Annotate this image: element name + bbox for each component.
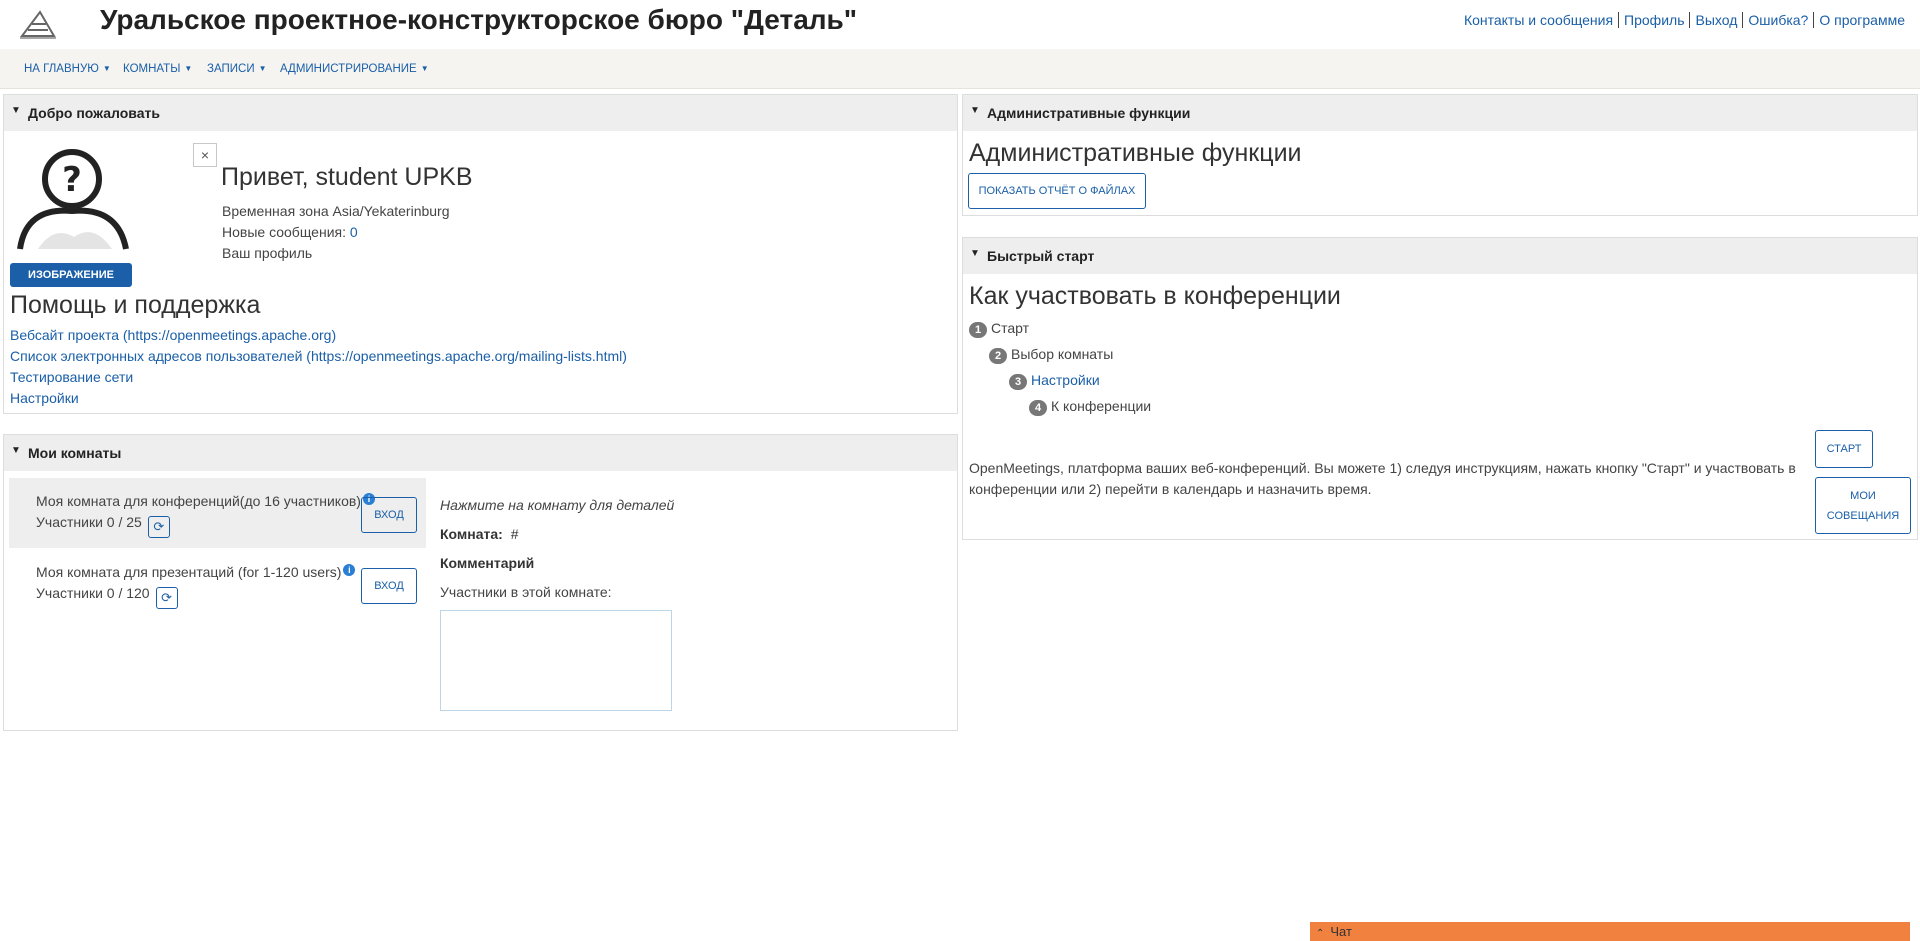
settings-link[interactable]: Настройки <box>10 390 79 406</box>
collapse-triangle-icon[interactable]: ▼ <box>11 445 21 456</box>
room-name-text: Моя комната для конференций(до 16 участн… <box>36 493 361 509</box>
enter-room-button[interactable]: ВХОД <box>361 568 417 604</box>
logout-link[interactable]: Выход <box>1689 12 1743 28</box>
enter-room-button[interactable]: ВХОД <box>361 497 417 533</box>
collapse-triangle-icon[interactable]: ▼ <box>970 248 980 259</box>
step-number-badge: 4 <box>1029 400 1047 416</box>
app-header: Уральское проектное-конструкторское бюро… <box>0 0 1920 48</box>
menu-administration-label: АДМИНИСТРИРОВАНИЕ <box>280 63 417 75</box>
new-messages-line: Новые сообщения: 0 <box>222 224 358 240</box>
menu-home[interactable]: НА ГЛАВНУЮ ▼ <box>24 63 111 75</box>
chat-bar[interactable]: ⌃ Чат <box>1310 922 1910 941</box>
report-bug-link[interactable]: Ошибка? <box>1742 12 1814 28</box>
svg-text:?: ? <box>62 160 82 200</box>
timezone-text: Временная зона Asia/Yekaterinburg <box>222 203 450 219</box>
caret-down-icon: ▼ <box>258 64 267 73</box>
step-label: К конференции <box>1051 398 1152 414</box>
change-photo-button[interactable]: ИЗОБРАЖЕНИЕ <box>10 263 132 287</box>
new-messages-label: Новые сообщения: <box>222 224 346 240</box>
my-meetings-line1: МОИ <box>1850 490 1876 502</box>
my-rooms-panel-title: Мои комнаты <box>28 445 122 461</box>
admin-heading: Административные функции <box>969 139 1302 167</box>
menu-recordings-label: ЗАПИСИ <box>207 63 255 75</box>
info-icon[interactable]: i <box>343 564 356 576</box>
refresh-icon[interactable]: ⟳ <box>155 587 178 609</box>
room-count-text: Участники 0 / 120 <box>36 585 150 601</box>
greeting-text: Привет, student UPKB <box>221 163 473 191</box>
chevron-up-icon[interactable]: ⌃ <box>1316 928 1324 939</box>
step-number-badge: 1 <box>969 322 987 338</box>
room-name-text: Моя комната для презентаций (for 1-120 u… <box>36 564 342 580</box>
step-number-badge: 2 <box>989 348 1007 364</box>
welcome-panel-title: Добро пожаловать <box>28 105 160 121</box>
menu-rooms[interactable]: КОМНАТЫ ▼ <box>123 63 192 75</box>
logo-icon[interactable] <box>18 8 58 40</box>
room-details-hint: Нажмите на комнату для деталей <box>440 497 675 513</box>
my-rooms-panel-header[interactable]: ▼ Мои комнаты <box>4 435 957 471</box>
room-participants-count: Участники 0 / 25 ⟳ <box>36 514 170 538</box>
step-number-badge: 3 <box>1009 374 1027 390</box>
network-test-link[interactable]: Тестирование сети <box>10 369 133 385</box>
step-settings-link[interactable]: Настройки <box>1031 372 1100 388</box>
step-item: 4К конференции <box>1029 398 1151 416</box>
room-label: Комната: <box>440 526 503 542</box>
welcome-panel-header[interactable]: ▼ Добро пожаловать <box>4 95 957 131</box>
room-count-text: Участники 0 / 25 <box>36 514 142 530</box>
mailing-list-link[interactable]: Список электронных адресов пользователей… <box>10 348 627 364</box>
step-item: 3 Настройки <box>1009 372 1100 390</box>
quick-start-panel-header[interactable]: ▼ Быстрый старт <box>963 238 1917 274</box>
chat-label: Чат <box>1330 924 1352 939</box>
step-item: 1 Старт <box>969 320 1029 338</box>
avatar-placeholder-icon: ? <box>17 149 129 250</box>
menu-administration[interactable]: АДМИНИСТРИРОВАНИЕ ▼ <box>280 63 429 75</box>
new-messages-count[interactable]: 0 <box>350 224 358 240</box>
quick-start-description: OpenMeetings, платформа ваших веб-конфер… <box>969 460 1796 497</box>
room-detail-line: Комната: # <box>440 526 519 542</box>
menu-rooms-label: КОМНАТЫ <box>123 63 181 75</box>
caret-down-icon: ▼ <box>420 64 429 73</box>
step-label: Выбор комнаты <box>1011 346 1114 362</box>
room-item[interactable]: Моя комната для конференций(до 16 участн… <box>9 478 426 548</box>
admin-panel-title: Административные функции <box>987 105 1191 121</box>
about-link[interactable]: О программе <box>1813 12 1910 28</box>
quick-start-panel: ▼ Быстрый старт Как участвовать в конфер… <box>962 237 1918 540</box>
step-item: 2 Выбор комнаты <box>989 346 1113 364</box>
app-title: Уральское проектное-конструкторское бюро… <box>100 4 858 35</box>
quick-start-panel-title: Быстрый старт <box>987 248 1095 264</box>
room-item[interactable]: Моя комната для презентаций (for 1-120 u… <box>9 549 426 619</box>
collapse-triangle-icon[interactable]: ▼ <box>970 105 980 116</box>
caret-down-icon: ▼ <box>102 64 111 73</box>
my-rooms-panel: ▼ Мои комнаты Моя комната для конференци… <box>3 434 958 731</box>
refresh-icon[interactable]: ⟳ <box>147 516 170 538</box>
your-profile-link[interactable]: Ваш профиль <box>222 245 312 261</box>
comment-label: Комментарий <box>440 555 535 571</box>
quick-start-heading: Как участвовать в конференции <box>969 282 1341 310</box>
contacts-messages-link[interactable]: Контакты и сообщения <box>1459 12 1618 28</box>
admin-functions-panel: ▼ Административные функции Административ… <box>962 94 1918 216</box>
top-links: Контакты и сообщения Профиль Выход Ошибка? О… <box>1459 12 1910 28</box>
project-website-link[interactable]: Вебсайт проекта (https://openmeetings.ap… <box>10 327 336 343</box>
room-participants-count: Участники 0 / 120 ⟳ <box>36 585 178 609</box>
participants-in-room-label: Участники в этой комнате: <box>440 584 612 600</box>
my-meetings-button[interactable]: МОИ СОВЕЩАНИЯ <box>1815 477 1911 534</box>
participants-list-box[interactable] <box>440 610 672 711</box>
profile-link[interactable]: Профиль <box>1618 12 1690 28</box>
room-value: # <box>510 526 519 542</box>
caret-down-icon: ▼ <box>184 64 193 73</box>
start-button[interactable]: СТАРТ <box>1815 430 1873 468</box>
show-files-report-button[interactable]: ПОКАЗАТЬ ОТЧЁТ О ФАЙЛАХ <box>968 173 1146 209</box>
collapse-triangle-icon[interactable]: ▼ <box>11 105 21 116</box>
my-meetings-line2: СОВЕЩАНИЯ <box>1826 510 1900 522</box>
main-menu: НА ГЛАВНУЮ ▼ КОМНАТЫ ▼ ЗАПИСИ ▼ АДМИНИСТРИР… <box>0 49 1920 89</box>
menu-home-label: НА ГЛАВНУЮ <box>24 63 99 75</box>
menu-recordings[interactable]: ЗАПИСИ ▼ <box>207 63 267 75</box>
step-label: Старт <box>991 320 1030 336</box>
close-icon[interactable]: × <box>193 143 217 167</box>
welcome-panel: ▼ Добро пожаловать ? ИЗОБРАЖЕНИЕ × Приве… <box>3 94 958 414</box>
help-support-title: Помощь и поддержка <box>10 291 261 319</box>
admin-panel-header[interactable]: ▼ Административные функции <box>963 95 1917 131</box>
room-name: Моя комната для презентаций (for 1-120 u… <box>36 564 356 580</box>
room-name: Моя комната для конференций(до 16 участн… <box>36 493 375 509</box>
